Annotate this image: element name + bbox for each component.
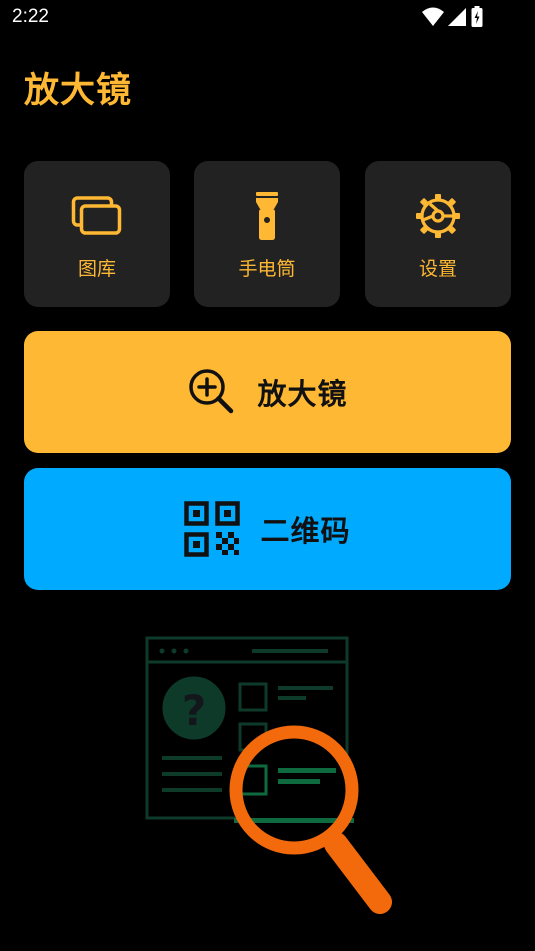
wifi-icon xyxy=(422,7,444,26)
zoom-in-icon xyxy=(189,369,234,414)
flashlight-label: 手电筒 xyxy=(238,258,296,280)
qrcode-button-label: 二维码 xyxy=(260,514,351,548)
qr-code-icon xyxy=(184,501,241,557)
flashlight-icon xyxy=(256,192,278,240)
settings-tile[interactable]: 设置 xyxy=(365,161,511,307)
status-time: 2:22 xyxy=(12,6,49,27)
status-icons xyxy=(421,6,499,30)
status-bar: 2:22 xyxy=(0,0,535,36)
gear-icon xyxy=(416,194,460,238)
battery-icon xyxy=(471,6,483,27)
flashlight-tile[interactable]: 手电筒 xyxy=(194,161,340,307)
gallery-tile[interactable]: 图库 xyxy=(24,161,170,307)
magnifier-button-label: 放大镜 xyxy=(257,377,348,411)
gallery-icon xyxy=(71,196,122,235)
settings-label: 设置 xyxy=(418,258,457,280)
qrcode-button[interactable]: 二维码 xyxy=(24,468,511,590)
gallery-label: 图库 xyxy=(77,258,116,280)
magnifier-illustration: ? xyxy=(145,636,392,914)
signal-icon xyxy=(448,8,466,26)
svg-text:?: ? xyxy=(182,686,206,735)
page-title: 放大镜 xyxy=(24,71,133,111)
magnifier-button[interactable]: 放大镜 xyxy=(24,331,511,453)
